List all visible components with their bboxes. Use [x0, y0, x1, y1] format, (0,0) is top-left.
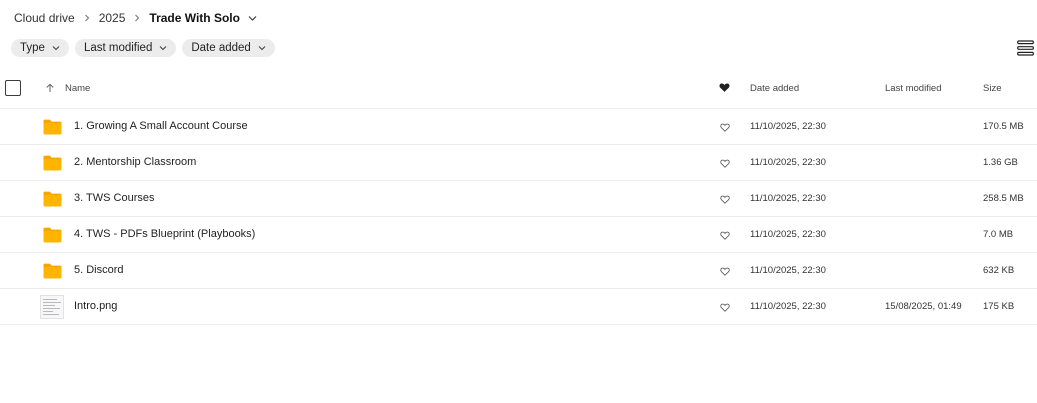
chevron-down-icon — [258, 46, 266, 51]
breadcrumb-2025[interactable]: 2025 — [99, 11, 126, 25]
file-size: 632 KB — [983, 265, 1015, 276]
date-added: 11/10/2025, 22:30 — [750, 301, 826, 312]
list-view-icon[interactable] — [1017, 40, 1034, 56]
folder-icon — [43, 155, 62, 171]
column-header-date-added[interactable]: Date added — [750, 83, 799, 94]
chevron-right-icon — [75, 10, 99, 26]
breadcrumb-current-folder[interactable]: Trade With Solo — [149, 11, 240, 25]
file-name: 1. Growing A Small Account Course — [74, 120, 248, 132]
filter-date-added-button[interactable]: Date added — [182, 39, 275, 57]
column-header-size[interactable]: Size — [983, 83, 1001, 94]
filter-type-label: Type — [20, 42, 45, 54]
table-row[interactable]: 2. Mentorship Classroom 11/10/2025, 22:3… — [0, 145, 1037, 181]
heart-filled-icon[interactable] — [719, 82, 730, 93]
file-name: 2. Mentorship Classroom — [74, 156, 197, 168]
image-thumbnail — [40, 295, 64, 319]
heart-outline-icon[interactable] — [720, 123, 730, 132]
table-row[interactable]: 4. TWS - PDFs Blueprint (Playbooks) 11/1… — [0, 217, 1037, 253]
heart-outline-icon[interactable] — [720, 159, 730, 168]
chevron-down-icon — [159, 46, 167, 51]
folder-icon — [43, 263, 62, 279]
breadcrumb-cloud-drive[interactable]: Cloud drive — [14, 11, 75, 25]
heart-outline-icon[interactable] — [720, 267, 730, 276]
file-size: 175 KB — [983, 301, 1015, 312]
table-header — [0, 72, 1037, 109]
date-added: 11/10/2025, 22:30 — [750, 193, 826, 204]
arrow-up-icon[interactable] — [45, 83, 55, 93]
filter-type-button[interactable]: Type — [11, 39, 69, 57]
file-size: 1.36 GB — [983, 157, 1018, 168]
heart-outline-icon[interactable] — [720, 195, 730, 204]
file-size: 170.5 MB — [983, 121, 1024, 132]
last-modified: 15/08/2025, 01:49 — [885, 301, 962, 312]
file-name: 5. Discord — [74, 264, 124, 276]
heart-outline-icon[interactable] — [720, 303, 730, 312]
chevron-down-icon[interactable] — [248, 14, 257, 22]
table-row[interactable]: 1. Growing A Small Account Course 11/10/… — [0, 109, 1037, 145]
filter-last-modified-label: Last modified — [83, 42, 153, 54]
column-header-name[interactable]: Name — [65, 83, 90, 94]
file-name: 3. TWS Courses — [74, 192, 155, 204]
file-size: 7.0 MB — [983, 229, 1014, 240]
filter-bar: Type Last modified Date added — [11, 39, 275, 57]
heart-outline-icon[interactable] — [720, 231, 730, 240]
column-header-last-modified[interactable]: Last modified — [885, 83, 942, 94]
file-name: Intro.png — [74, 300, 118, 312]
file-name: 4. TWS - PDFs Blueprint (Playbooks) — [74, 228, 256, 240]
table-row[interactable]: 3. TWS Courses 11/10/2025, 22:30 258.5 M… — [0, 181, 1037, 217]
file-size: 258.5 MB — [983, 193, 1024, 204]
table-row[interactable]: Intro.png 11/10/2025, 22:30 15/08/2025, … — [0, 289, 1037, 325]
filter-last-modified-button[interactable]: Last modified — [74, 39, 177, 57]
breadcrumb: Cloud drive 2025 Trade With Solo — [14, 10, 257, 26]
filter-date-added-label: Date added — [191, 42, 251, 54]
date-added: 11/10/2025, 22:30 — [750, 121, 826, 132]
date-added: 11/10/2025, 22:30 — [750, 157, 826, 168]
table-row[interactable]: 5. Discord 11/10/2025, 22:30 632 KB — [0, 253, 1037, 289]
date-added: 11/10/2025, 22:30 — [750, 265, 826, 276]
folder-icon — [43, 227, 62, 243]
folder-icon — [43, 191, 62, 207]
select-all-checkbox[interactable] — [5, 80, 21, 96]
folder-icon — [43, 119, 62, 135]
date-added: 11/10/2025, 22:30 — [750, 229, 826, 240]
chevron-right-icon — [125, 10, 149, 26]
chevron-down-icon — [52, 46, 60, 51]
